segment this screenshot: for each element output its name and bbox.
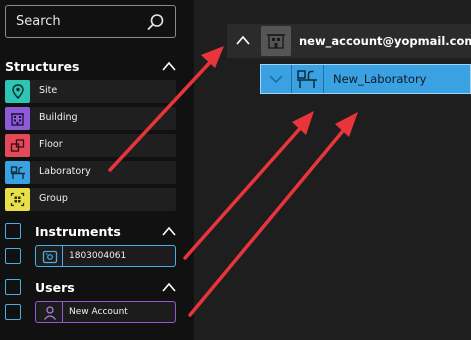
tree-node-laboratory[interactable]: New_Laboratory	[260, 64, 471, 94]
chip-divider	[62, 302, 63, 322]
structure-item-laboratory[interactable]: Laboratory	[5, 161, 176, 184]
expand-laboratory-button[interactable]	[261, 65, 291, 93]
floor-icon	[5, 134, 30, 157]
collapse-users-icon[interactable]	[162, 282, 176, 292]
structures-title: Structures	[5, 59, 80, 74]
structure-item-floor[interactable]: Floor	[5, 134, 176, 157]
laboratory-icon	[297, 70, 317, 88]
instrument-item[interactable]: 1803004061	[35, 245, 176, 267]
structure-item-label: Building	[39, 112, 78, 123]
account-icon	[261, 26, 291, 56]
search-input[interactable]: Search	[16, 14, 61, 29]
node-divider	[323, 65, 324, 93]
building-icon	[5, 107, 30, 130]
user-item[interactable]: New Account	[35, 301, 176, 323]
instruments-checkbox[interactable]	[5, 223, 21, 239]
chevron-down-icon	[269, 75, 283, 84]
laboratory-label: New_Laboratory	[333, 72, 427, 86]
structure-item-group[interactable]: Group	[5, 188, 176, 211]
instrument-icon	[42, 250, 58, 264]
structure-item-site[interactable]: Site	[5, 80, 176, 103]
users-title: Users	[35, 280, 75, 295]
group-icon	[5, 188, 30, 211]
tree-node-account[interactable]: new_account@yopmail.com	[227, 24, 471, 58]
user-label: New Account	[69, 307, 128, 317]
collapse-account-icon[interactable]	[236, 35, 250, 45]
instrument-checkbox[interactable]	[5, 248, 21, 264]
chip-divider	[62, 246, 63, 266]
sidebar: Search Structures Site Building Floor La…	[0, 0, 194, 340]
map-pin-icon	[5, 80, 30, 103]
structure-item-label: Group	[39, 193, 68, 204]
structure-item-label: Site	[39, 85, 58, 96]
collapse-instruments-icon[interactable]	[162, 226, 176, 236]
tree-panel: new_account@yopmail.com New_Laboratory	[194, 0, 471, 340]
node-divider	[291, 65, 292, 93]
search-icon[interactable]	[147, 13, 165, 31]
structure-item-label: Floor	[39, 139, 63, 150]
instrument-label: 1803004061	[69, 251, 127, 261]
instruments-title: Instruments	[35, 224, 121, 239]
account-label: new_account@yopmail.com	[299, 34, 471, 48]
structure-item-label: Laboratory	[39, 166, 91, 177]
collapse-structures-icon[interactable]	[162, 61, 176, 71]
structure-item-building[interactable]: Building	[5, 107, 176, 130]
user-icon	[43, 306, 57, 320]
search-box[interactable]: Search	[5, 5, 176, 38]
users-checkbox[interactable]	[5, 279, 21, 295]
laboratory-icon	[5, 161, 30, 184]
user-checkbox[interactable]	[5, 304, 21, 320]
